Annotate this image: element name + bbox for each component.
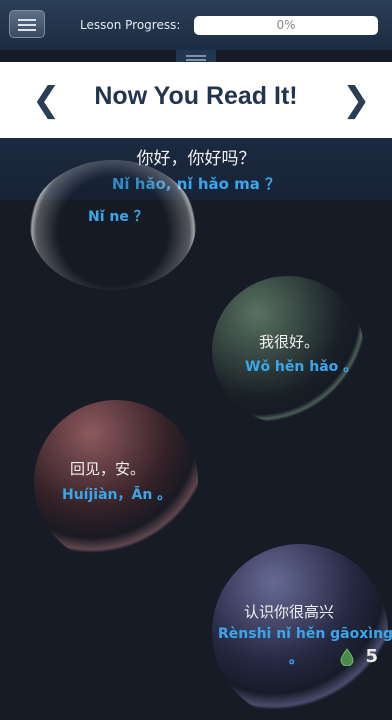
answer-bubble[interactable]: 我很好。 Wǒ hěn hǎo 。 xyxy=(212,276,364,424)
progress-text: 0% xyxy=(276,18,296,32)
title-panel: ❮ Now You Read It! ❯ xyxy=(0,62,392,138)
handle-line xyxy=(186,59,206,61)
bubble-pinyin: Huíjiàn，Ān 。 xyxy=(62,487,172,503)
bubble-chinese: 我很好。 xyxy=(259,333,320,351)
answer-bubble[interactable]: 回见，安。 Huíjiàn，Ān 。 xyxy=(34,400,198,564)
bubble-chinese: 回见，安。 xyxy=(70,460,146,478)
bubble-pinyin-tail: 。 xyxy=(289,651,303,667)
progress-bar: 0% xyxy=(194,16,378,35)
menu-button[interactable] xyxy=(9,10,45,38)
menu-icon-line xyxy=(18,24,36,26)
next-arrow-button[interactable]: ❯ xyxy=(342,72,371,128)
menu-icon-line xyxy=(18,19,36,21)
progress-label: Lesson Progress: xyxy=(80,18,181,32)
bubble-pinyin: Nǐ ne ？ xyxy=(88,209,148,225)
answer-bubble[interactable]: Nǐ ne ？ xyxy=(30,160,196,290)
page-title: Now You Read It! xyxy=(94,82,298,110)
answer-bubble[interactable]: 认识你很高兴 Rènshi nǐ hěn gāoxìng 。 xyxy=(212,544,392,720)
top-bar: Lesson Progress: 0% xyxy=(0,0,392,50)
score-count: 5 xyxy=(365,646,378,667)
handle-line xyxy=(186,55,206,57)
sentence-chinese: 你好，你好吗？ xyxy=(136,149,256,169)
drop-icon xyxy=(340,648,354,666)
bubble-chinese: 认识你很高兴 xyxy=(244,603,335,621)
menu-icon-line xyxy=(18,29,36,31)
bubble-pinyin: Wǒ hěn hǎo 。 xyxy=(245,359,358,375)
bubble-pinyin: Rènshi nǐ hěn gāoxìng xyxy=(218,626,392,642)
